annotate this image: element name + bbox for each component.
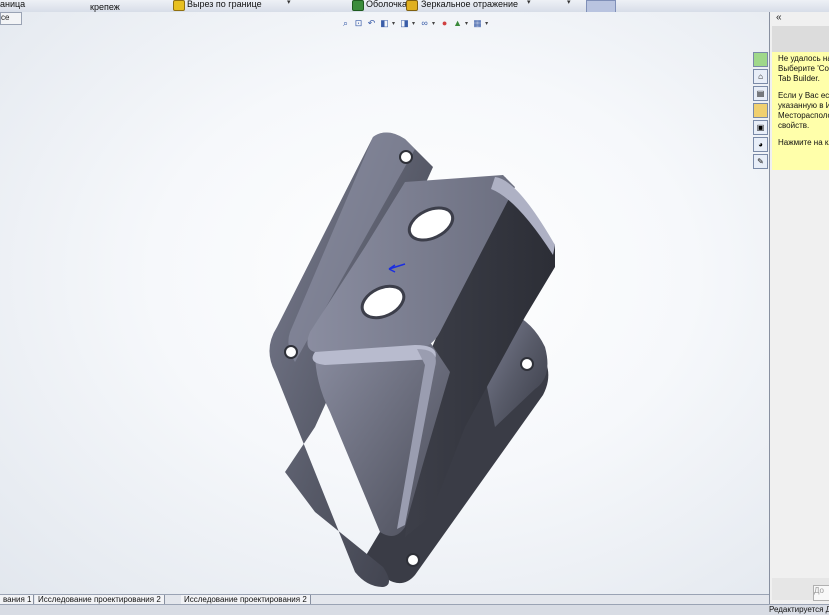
message-line: Если у Вас есть	[778, 91, 829, 100]
appearances-icon[interactable]: ◕	[753, 137, 768, 152]
scene-icon[interactable]: ▲	[452, 18, 463, 29]
task-pane: « Не удалось най Выберите 'Соз Tab Build…	[769, 12, 829, 614]
view-orientation-icon[interactable]: ◨	[399, 18, 410, 29]
tab-design-study-2b[interactable]: Исследование проектирования 2	[181, 595, 311, 604]
cut-boundary-icon[interactable]	[173, 0, 185, 11]
heads-up-view-toolbar: ⌕ ⊡ ↶ ◧ ▾ ◨ ▾ ∞ ▾ ● ▲ ▾ ▦ ▾	[340, 16, 490, 30]
dropdown-arrow-icon[interactable]: ▾	[485, 20, 488, 27]
home-icon[interactable]: ⌂	[753, 69, 768, 84]
message-line: указанную в И	[778, 101, 829, 110]
message-line: Месторасполо	[778, 111, 829, 120]
dropdown-arrow-icon[interactable]: ▾	[567, 0, 571, 6]
mounting-hole	[520, 357, 534, 371]
apply-button[interactable]: До	[813, 585, 829, 601]
mounting-hole	[406, 553, 420, 567]
mirror-icon[interactable]	[406, 0, 418, 11]
mounting-hole	[399, 150, 413, 164]
section-view-icon[interactable]: ◧	[379, 18, 390, 29]
tab-study-1[interactable]: вания 1	[0, 595, 34, 604]
message-line: Выберите 'Соз	[778, 64, 829, 73]
resources-icon[interactable]	[753, 52, 768, 67]
dropdown-arrow-icon[interactable]: ▾	[432, 20, 435, 27]
tab-label: Исследование проектирования 2	[184, 595, 307, 604]
previous-view-icon[interactable]: ↶	[366, 18, 377, 29]
message-line: Tab Builder.	[778, 74, 820, 83]
appearance-icon[interactable]: ●	[439, 18, 450, 29]
graphics-viewport[interactable]	[0, 12, 769, 594]
toolbar-label-left[interactable]: аница	[0, 0, 25, 9]
file-explorer-icon[interactable]	[753, 103, 768, 118]
display-style-icon[interactable]: ∞	[419, 18, 430, 29]
dropdown-arrow-icon[interactable]: ▾	[465, 20, 468, 27]
shell-button[interactable]: Оболочка	[366, 0, 407, 9]
collapse-pane-button[interactable]: «	[776, 12, 782, 23]
dropdown-arrow-icon[interactable]: ▾	[412, 20, 415, 27]
task-pane-tabs: ⌂ ▤ ▣ ◕ ✎	[753, 52, 768, 171]
toolbar-label-krep[interactable]: крепеж	[90, 2, 120, 12]
status-bar: Редактируется Д	[0, 604, 829, 615]
custom-properties-icon[interactable]: ✎	[753, 154, 768, 169]
message-line: свойств.	[778, 121, 810, 130]
cut-boundary-button[interactable]: Вырез по границе	[187, 0, 262, 9]
tab-label: Исследование проектирования 2	[38, 595, 161, 604]
dropdown-arrow-icon[interactable]: ▾	[392, 20, 395, 27]
view-palette-icon[interactable]: ▣	[753, 120, 768, 135]
dropdown-arrow-icon[interactable]: ▾	[527, 0, 531, 6]
custom-properties-message: Не удалось най Выберите 'Соз Tab Builder…	[772, 52, 829, 170]
zoom-to-fit-icon[interactable]: ⌕	[340, 18, 351, 29]
status-text: Редактируется Д	[769, 605, 829, 614]
mounting-hole	[284, 345, 298, 359]
message-line: Не удалось най	[778, 54, 829, 63]
message-line: Нажмите на кл	[778, 138, 829, 147]
feature-tree-tab[interactable]: се	[0, 12, 22, 25]
shell-icon[interactable]	[352, 0, 364, 11]
tab-design-study-2[interactable]: Исследование проектирования 2	[35, 595, 165, 604]
mirror-button[interactable]: Зеркальное отражение	[421, 0, 518, 9]
dropdown-arrow-icon[interactable]: ▾	[287, 0, 291, 6]
view-settings-icon[interactable]: ▦	[472, 18, 483, 29]
design-library-icon[interactable]: ▤	[753, 86, 768, 101]
zoom-area-icon[interactable]: ⊡	[353, 18, 364, 29]
part-model[interactable]	[255, 127, 565, 594]
